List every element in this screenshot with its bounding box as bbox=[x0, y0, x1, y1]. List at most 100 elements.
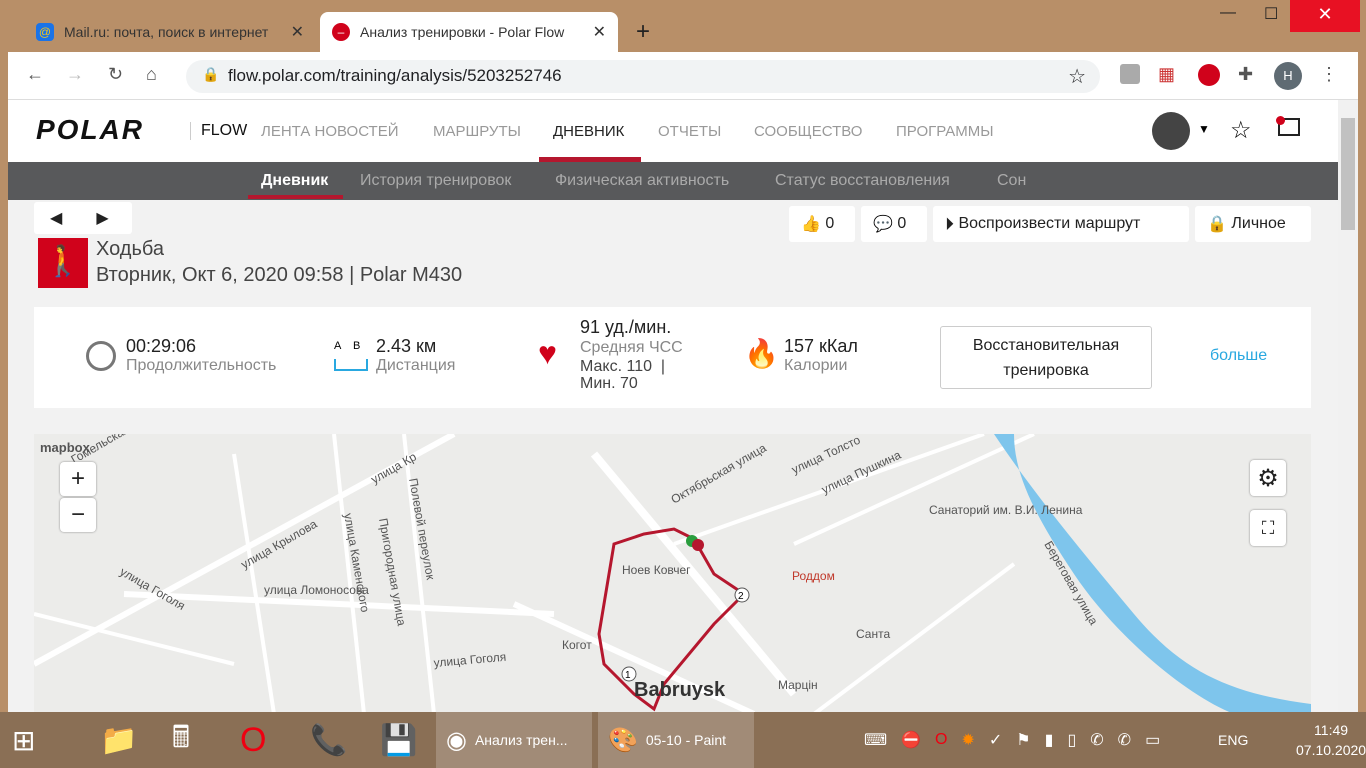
taskbar-paint[interactable]: 🎨 05-10 - Paint bbox=[598, 712, 754, 768]
avast-icon[interactable]: ✹ bbox=[961, 730, 974, 750]
subnav-activity[interactable]: Физическая активность bbox=[555, 172, 729, 190]
url-text: flow.polar.com/training/analysis/5203252… bbox=[228, 66, 562, 85]
system-tray[interactable]: ⌨ ⛔ O ✹ ✓ ⚑ ▮ ▯ ✆ ✆ ▭ bbox=[864, 712, 1160, 768]
language-indicator[interactable]: ENG bbox=[1218, 712, 1248, 768]
summary-panel: 00:29:06 Продолжительность A B 2.43 км Д… bbox=[34, 307, 1311, 408]
comment-count: 0 bbox=[897, 215, 907, 232]
browser-toolbar: ← → ↻ ⌂ 🔒 flow.polar.com/training/analysi… bbox=[8, 52, 1358, 100]
comment-button[interactable]: 💬 0 bbox=[861, 206, 927, 242]
close-window-button[interactable]: ✕ bbox=[1290, 0, 1360, 32]
window-controls[interactable]: — ☐ bbox=[1220, 4, 1278, 24]
reload-icon[interactable]: ↻ bbox=[108, 64, 123, 85]
replay-label: Воспроизвести маршрут bbox=[958, 215, 1141, 232]
polar-header: POLAR FLOW ЛЕНТА НОВОСТЕЙ МАРШРУТЫ ДНЕВН… bbox=[8, 100, 1338, 162]
map-settings-gear-icon[interactable]: ⚙ bbox=[1250, 460, 1286, 496]
nav-diary[interactable]: ДНЕВНИК bbox=[553, 123, 624, 140]
finish-marker bbox=[692, 539, 704, 551]
lap-marker: 1 bbox=[625, 670, 631, 681]
duration-value: 00:29:06 bbox=[126, 336, 197, 356]
back-icon[interactable]: ← bbox=[26, 64, 44, 85]
paint-icon: 🎨 bbox=[608, 726, 638, 754]
clock[interactable]: 11:49 07.10.2020 bbox=[1296, 712, 1366, 768]
adblock-icon[interactable] bbox=[1198, 64, 1220, 86]
profile-avatar[interactable]: Н bbox=[1274, 62, 1302, 90]
display-icon[interactable]: ▭ bbox=[1145, 730, 1160, 750]
place-label: Роддом bbox=[792, 569, 835, 583]
nav-routes[interactable]: МАРШРУТЫ bbox=[433, 123, 521, 140]
duration-label: Продолжительность bbox=[126, 357, 277, 374]
maximize-icon[interactable]: ☐ bbox=[1264, 4, 1278, 24]
favorites-star-icon[interactable]: ☆ bbox=[1230, 116, 1252, 145]
taskbar-chrome[interactable]: ◉ Анализ трен... bbox=[436, 712, 592, 768]
nav-reports[interactable]: ОТЧЕТЫ bbox=[658, 123, 721, 140]
street-label: улица Ломоносова bbox=[264, 583, 369, 597]
bookmark-star-icon[interactable]: ☆ bbox=[1068, 64, 1086, 89]
minimize-icon[interactable]: — bbox=[1220, 4, 1236, 24]
close-icon[interactable]: ✕ bbox=[291, 22, 304, 42]
training-benefit-button[interactable]: Восстановительная тренировка bbox=[940, 326, 1152, 389]
stopwatch-icon bbox=[86, 341, 116, 371]
flame-icon: 🔥 bbox=[744, 338, 779, 369]
keyboard-icon[interactable]: ⌨ bbox=[864, 730, 887, 750]
map-canvas: Гомельская улица Кр улица Крылова улица … bbox=[34, 434, 1311, 712]
nav-community[interactable]: СООБЩЕСТВО bbox=[754, 123, 862, 140]
tab-title: Mail.ru: почта, поиск в интернет bbox=[64, 24, 269, 40]
scrollbar-thumb[interactable] bbox=[1341, 118, 1355, 230]
privacy-button[interactable]: 🔒 Личное bbox=[1195, 206, 1311, 242]
battery-icon[interactable]: ▯ bbox=[1067, 730, 1076, 750]
more-link[interactable]: больше bbox=[1210, 347, 1267, 365]
mapbox-logo[interactable]: mapbox bbox=[40, 440, 90, 455]
subnav-recovery[interactable]: Статус восстановления bbox=[775, 172, 950, 190]
like-button[interactable]: 👍 0 bbox=[789, 206, 855, 242]
extensions-puzzle-icon[interactable]: ✚ bbox=[1238, 64, 1253, 85]
taskbar: ⊞ 📁 🖩 O 📞 💾 ◉ Анализ трен... 🎨 05-10 - Pai… bbox=[0, 712, 1366, 768]
subnav-sleep[interactable]: Сон bbox=[997, 172, 1026, 190]
tab-polar[interactable]: – Анализ тренировки - Polar Flow ✕ bbox=[320, 12, 618, 52]
map-roads bbox=[34, 434, 1035, 712]
prev-icon[interactable]: ◀ bbox=[50, 208, 62, 228]
save-disk-icon[interactable]: 💾 bbox=[380, 712, 417, 768]
extension-icon[interactable] bbox=[1120, 64, 1140, 84]
new-tab-button[interactable]: + bbox=[636, 18, 650, 46]
chrome-icon: ◉ bbox=[446, 726, 467, 754]
hr-value: 91 уд./мин. bbox=[580, 317, 672, 337]
zoom-out-button[interactable]: − bbox=[60, 498, 96, 532]
flag-icon[interactable]: ⚑ bbox=[1016, 730, 1030, 750]
route-map[interactable]: Гомельская улица Кр улица Крылова улица … bbox=[34, 434, 1311, 712]
opera-icon[interactable]: O bbox=[240, 712, 266, 768]
home-icon[interactable]: ⌂ bbox=[146, 64, 157, 85]
scrollbar[interactable] bbox=[1338, 100, 1358, 712]
subnav-diary[interactable]: Дневник bbox=[261, 172, 328, 190]
adblock-icon[interactable]: ⛔ bbox=[901, 730, 921, 750]
extension-grid-icon[interactable]: ▦ bbox=[1158, 64, 1175, 85]
address-bar[interactable]: 🔒 flow.polar.com/training/analysis/520325… bbox=[186, 60, 1100, 93]
signal-icon[interactable]: ▮ bbox=[1045, 730, 1054, 750]
fullscreen-icon[interactable]: ⛶ bbox=[1250, 510, 1286, 546]
next-icon[interactable]: ▶ bbox=[96, 208, 108, 228]
user-avatar[interactable] bbox=[1152, 112, 1190, 150]
polar-logo[interactable]: POLAR bbox=[36, 114, 144, 146]
page: POLAR FLOW ЛЕНТА НОВОСТЕЙ МАРШРУТЫ ДНЕВН… bbox=[8, 100, 1358, 712]
calculator-icon[interactable]: 🖩 bbox=[172, 712, 190, 768]
place-label: Марцін bbox=[778, 678, 818, 692]
viber-tray-icon-2[interactable]: ✆ bbox=[1118, 730, 1131, 750]
forward-icon[interactable]: → bbox=[66, 64, 84, 85]
nav-news[interactable]: ЛЕНТА НОВОСТЕЙ bbox=[261, 123, 398, 140]
zoom-in-button[interactable]: + bbox=[60, 462, 96, 496]
replay-route-button[interactable]: ⏵ Воспроизвести маршрут bbox=[933, 206, 1189, 242]
nav-programs[interactable]: ПРОГРАММЫ bbox=[896, 123, 994, 140]
viber-icon[interactable]: 📞 bbox=[310, 712, 347, 768]
chevron-down-icon[interactable]: ▼ bbox=[1198, 122, 1210, 136]
subnav-history[interactable]: История тренировок bbox=[360, 172, 511, 190]
explorer-icon[interactable]: 📁 bbox=[100, 712, 137, 768]
start-button[interactable]: ⊞ bbox=[12, 712, 35, 768]
place-label: Ноев Ковчег bbox=[622, 563, 691, 577]
tab-mail[interactable]: @ Mail.ru: почта, поиск в интернет ✕ bbox=[24, 12, 316, 52]
street-label: улица Каменского bbox=[341, 512, 372, 614]
opera-tray-icon[interactable]: O bbox=[935, 731, 947, 749]
viber-tray-icon[interactable]: ✆ bbox=[1090, 730, 1103, 750]
street-label: Октябрьская улица bbox=[669, 441, 769, 507]
network-icon[interactable]: ✓ bbox=[989, 730, 1002, 750]
close-icon[interactable]: ✕ bbox=[593, 22, 606, 42]
menu-icon[interactable]: ⋮ bbox=[1320, 64, 1338, 85]
